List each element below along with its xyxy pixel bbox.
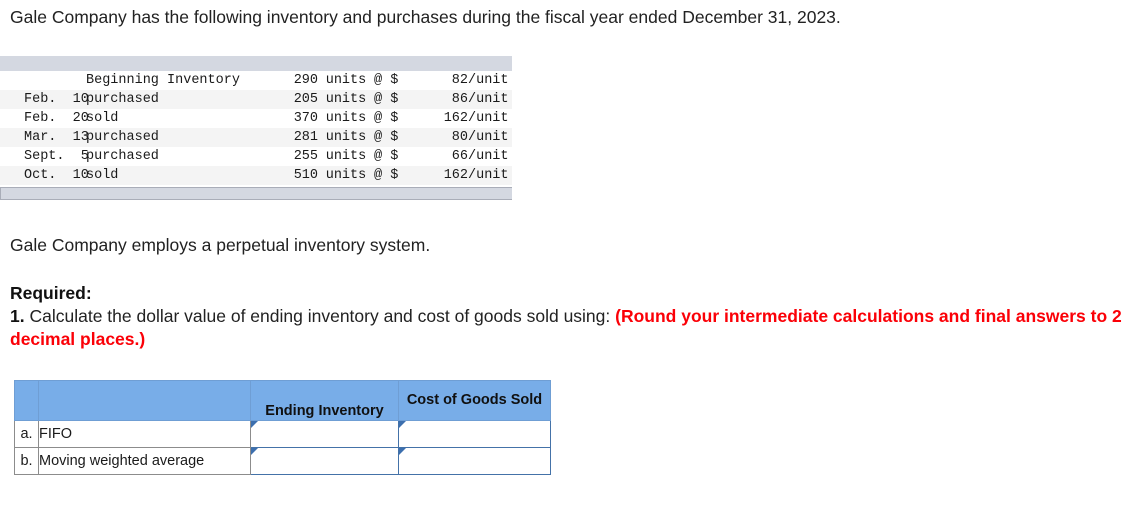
inventory-unit-price: 162	[443, 111, 468, 126]
inventory-listing: Beginning Inventory 290 units @ $ 82 /un…	[0, 56, 512, 200]
table-row: a. FIFO	[14, 420, 551, 448]
inventory-qty: 510	[293, 168, 318, 183]
inventory-qty: 290	[293, 73, 318, 88]
inventory-unit-price: 162	[443, 168, 468, 183]
inventory-row: Feb. 10 purchased 205 units @ $ 86 /unit	[0, 90, 512, 109]
required-item-number: 1.	[10, 306, 25, 326]
input-mwa-cost-of-goods-sold[interactable]	[398, 447, 551, 475]
inventory-unit-price: 82	[451, 73, 468, 88]
header-index-blank	[14, 380, 39, 421]
inventory-per-unit: /unit	[468, 149, 509, 164]
inventory-unit-price: 66	[451, 149, 468, 164]
perpetual-sentence: Gale Company employs a perpetual invento…	[10, 235, 431, 255]
inventory-row: Oct. 10 sold 510 units @ $ 162 /unit	[0, 166, 512, 185]
answer-table: Ending Inventory Cost of Goods Sold a. F…	[14, 380, 551, 475]
intro-sentence: Gale Company has the following inventory…	[10, 7, 841, 27]
cell-flag-icon	[399, 421, 406, 428]
inventory-per-unit: /unit	[468, 168, 509, 183]
inventory-unit-price: 86	[451, 92, 468, 107]
inventory-date: Oct. 10	[24, 168, 89, 183]
inventory-top-bar	[0, 56, 512, 71]
input-fifo-ending-inventory[interactable]	[250, 420, 399, 448]
inventory-units: units	[325, 92, 367, 107]
inventory-qty: 205	[293, 92, 318, 107]
input-mwa-ending-inventory[interactable]	[250, 447, 399, 475]
inventory-date: Sept. 5	[24, 149, 89, 164]
table-row: b. Moving weighted average	[14, 447, 551, 475]
input-fifo-cost-of-goods-sold[interactable]	[398, 420, 551, 448]
inventory-units: units	[325, 73, 367, 88]
inventory-desc: Beginning Inventory	[86, 73, 240, 88]
inventory-row: Feb. 20 sold 370 units @ $ 162 /unit	[0, 109, 512, 128]
inventory-date: Feb. 10	[24, 92, 89, 107]
row-method-fifo: FIFO	[38, 420, 251, 448]
inventory-per-unit: /unit	[468, 73, 509, 88]
inventory-per-unit: /unit	[468, 130, 509, 145]
required-question: Calculate the dollar value of ending inv…	[24, 306, 616, 326]
inventory-desc: purchased	[86, 92, 159, 107]
required-label: Required:	[10, 283, 92, 303]
inventory-desc: sold	[86, 111, 119, 126]
row-index-b: b.	[14, 447, 39, 475]
header-ending-inventory: Ending Inventory	[250, 380, 399, 421]
inventory-at-symbol: @ $	[374, 92, 399, 107]
inventory-row: Mar. 13 purchased 281 units @ $ 80 /unit	[0, 128, 512, 147]
inventory-desc: purchased	[86, 130, 159, 145]
inventory-rows: Beginning Inventory 290 units @ $ 82 /un…	[0, 71, 512, 185]
inventory-unit-price: 80	[451, 130, 468, 145]
row-method-moving-weighted-average: Moving weighted average	[38, 447, 251, 475]
inventory-per-unit: /unit	[468, 92, 509, 107]
cell-flag-icon	[251, 421, 258, 428]
inventory-units: units	[325, 111, 367, 126]
inventory-qty: 255	[293, 149, 318, 164]
required-block: Required: 1. Calculate the dollar value …	[10, 282, 1140, 351]
inventory-at-symbol: @ $	[374, 73, 399, 88]
row-index-a: a.	[14, 420, 39, 448]
inventory-desc: purchased	[86, 149, 159, 164]
inventory-qty: 370	[293, 111, 318, 126]
inventory-desc: sold	[86, 168, 119, 183]
inventory-at-symbol: @ $	[374, 149, 399, 164]
inventory-date: Feb. 20	[24, 111, 89, 126]
inventory-units: units	[325, 149, 367, 164]
header-method-blank	[38, 380, 251, 421]
inventory-units: units	[325, 130, 367, 145]
inventory-date: Mar. 13	[24, 130, 89, 145]
inventory-bottom-bar	[0, 187, 512, 200]
inventory-at-symbol: @ $	[374, 130, 399, 145]
inventory-at-symbol: @ $	[374, 111, 399, 126]
cell-flag-icon	[251, 448, 258, 455]
inventory-row: Beginning Inventory 290 units @ $ 82 /un…	[0, 71, 512, 90]
inventory-units: units	[325, 168, 367, 183]
inventory-row: Sept. 5 purchased 255 units @ $ 66 /unit	[0, 147, 512, 166]
inventory-per-unit: /unit	[468, 111, 509, 126]
header-cost-of-goods-sold: Cost of Goods Sold	[398, 380, 551, 421]
inventory-at-symbol: @ $	[374, 168, 399, 183]
answer-table-header-row: Ending Inventory Cost of Goods Sold	[14, 380, 551, 421]
inventory-qty: 281	[293, 130, 318, 145]
cell-flag-icon	[399, 448, 406, 455]
